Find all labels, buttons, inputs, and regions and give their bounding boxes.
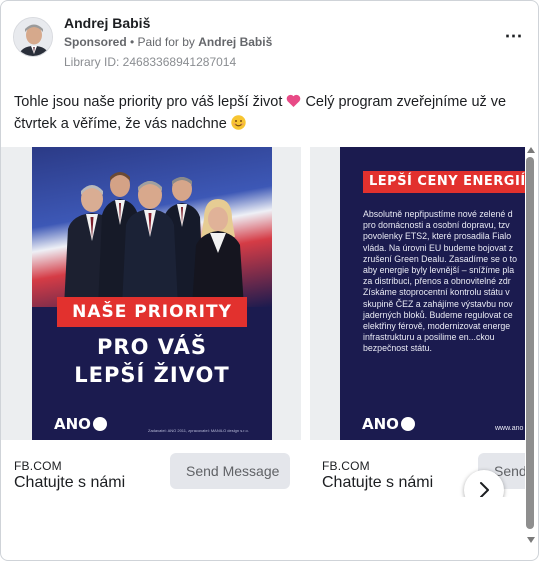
scrollbar-thumb[interactable]: [526, 157, 534, 529]
arrow-down-icon[interactable]: [527, 537, 535, 543]
post-text: Tohle jsou naše priority pro váš lepší ž…: [14, 91, 514, 135]
creative-headline: PRO VÁŠ LEPŠÍ ŽIVOT: [32, 333, 272, 389]
avatar-portrait: [14, 18, 52, 56]
carousel-next-button[interactable]: [464, 470, 504, 497]
candidates-photo: [64, 172, 244, 307]
energy-body-text: Absolutně nepřipustíme nové zelené d pro…: [363, 209, 518, 354]
library-id: Library ID: 24683368941287014: [64, 55, 237, 69]
meta-separator: •: [126, 35, 138, 49]
ano-logo-badge-icon: [92, 417, 107, 431]
page-name[interactable]: Andrej Babiš: [64, 15, 150, 31]
ad-creative-energy[interactable]: LEPŠÍ CENY ENERGIÍ Absolutně nepřipustím…: [340, 147, 525, 440]
card-media-1[interactable]: NAŠE PRIORITY PRO VÁŠ LEPŠÍ ŽIVOT ANO Za…: [1, 147, 301, 440]
post-text-intro: Tohle jsou naše priority pro váš lepší ž…: [14, 94, 283, 110]
energy-banner: LEPŠÍ CENY ENERGIÍ: [363, 171, 525, 193]
heart-icon: [287, 94, 301, 107]
headline-line-1: PRO VÁŠ: [97, 335, 207, 359]
page-avatar[interactable]: [13, 17, 53, 57]
ad-carousel: NAŠE PRIORITY PRO VÁŠ LEPŠÍ ŽIVOT ANO Za…: [1, 147, 525, 497]
arrow-up-icon[interactable]: [527, 147, 535, 153]
link-domain: FB.COM: [14, 459, 62, 473]
send-message-button[interactable]: Send Message: [170, 453, 290, 489]
vertical-scrollbar[interactable]: [525, 147, 537, 547]
paid-for-prefix: Paid for by: [137, 35, 199, 49]
ad-card: Andrej Babiš Sponsored • Paid for by And…: [0, 0, 539, 561]
card-media-2[interactable]: LEPŠÍ CENY ENERGIÍ Absolutně nepřipustím…: [310, 147, 525, 440]
payer-name: Andrej Babiš: [198, 35, 273, 49]
more-options-button[interactable]: ⋯: [500, 27, 528, 47]
ano-logo-text: ANO: [362, 415, 399, 433]
ano-logo: ANO: [54, 415, 107, 433]
sponsored-label: Sponsored: [64, 35, 127, 49]
headline-line-2: LEPŠÍ ŽIVOT: [74, 363, 230, 387]
carousel-card-1[interactable]: NAŠE PRIORITY PRO VÁŠ LEPŠÍ ŽIVOT ANO Za…: [1, 147, 301, 497]
post-header: Andrej Babiš Sponsored • Paid for by And…: [13, 13, 528, 73]
smiling-face-icon: [231, 115, 246, 130]
chevron-right-icon: [480, 482, 489, 497]
ano-logo-text: ANO: [54, 415, 91, 433]
link-title[interactable]: Chatujte s námi: [322, 474, 433, 492]
creative-footer: Zadavatel: ANO 2011, zpracovatel: MANILO…: [148, 428, 249, 433]
link-title[interactable]: Chatujte s námi: [14, 474, 125, 492]
more-icon: ⋯: [504, 26, 524, 46]
ad-creative-priorities[interactable]: NAŠE PRIORITY PRO VÁŠ LEPŠÍ ŽIVOT ANO Za…: [32, 147, 272, 440]
ano-logo-badge-icon: [400, 417, 415, 431]
sponsored-line: Sponsored • Paid for by Andrej Babiš: [64, 35, 272, 49]
link-domain: FB.COM: [322, 459, 370, 473]
carousel-card-2[interactable]: LEPŠÍ CENY ENERGIÍ Absolutně nepřipustím…: [310, 147, 525, 497]
creative-url: www.ano: [495, 425, 524, 432]
ano-logo: ANO: [362, 415, 415, 433]
priorities-banner: NAŠE PRIORITY: [57, 297, 247, 327]
